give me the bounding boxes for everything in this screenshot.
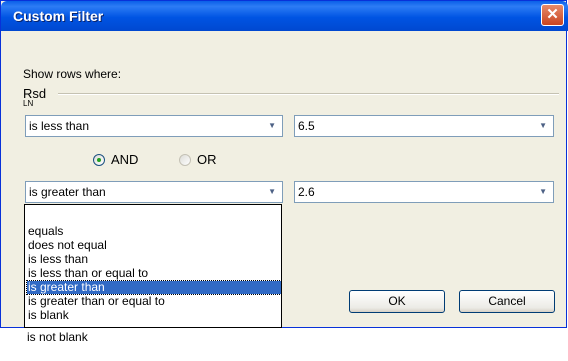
cancel-label: Cancel — [488, 294, 526, 308]
condition2-value-combo[interactable]: 2.6 ▼ — [294, 181, 554, 203]
or-radio[interactable] — [179, 154, 191, 166]
group-label-cut: LN — [23, 100, 34, 106]
option-is-greater-than-or-equal-to[interactable]: is greater than or equal to — [27, 295, 281, 308]
condition1-operator-select[interactable]: is less than ▼ — [25, 115, 283, 137]
chevron-down-icon: ▼ — [539, 121, 547, 130]
group-label: Rsd — [23, 86, 47, 101]
close-icon: ✕ — [546, 6, 559, 23]
option-is-greater-than[interactable]: is greater than — [26, 280, 282, 295]
close-button[interactable]: ✕ — [541, 4, 564, 26]
chevron-down-icon: ▼ — [268, 187, 276, 196]
cancel-button[interactable]: Cancel — [459, 290, 555, 313]
show-rows-label: Show rows where: — [23, 67, 122, 81]
option-is-less-than[interactable]: is less than — [27, 253, 281, 266]
condition1-value: 6.5 — [298, 119, 315, 133]
chevron-down-icon: ▼ — [268, 121, 276, 130]
condition2-value: 2.6 — [298, 185, 315, 199]
option-is-blank[interactable]: is blank — [27, 309, 281, 322]
option-equals[interactable]: equals — [27, 225, 281, 238]
option-does-not-equal[interactable]: does not equal — [27, 239, 281, 252]
operator-dropdown-list: equals does not equal is less than is le… — [24, 204, 282, 328]
condition1-value-combo[interactable]: 6.5 ▼ — [294, 115, 554, 137]
chevron-down-icon: ▼ — [539, 187, 547, 196]
condition2-operator-value: is greater than — [29, 185, 106, 199]
option-is-not-blank[interactable]: is not blank — [26, 331, 280, 344]
ok-button[interactable]: OK — [349, 290, 445, 313]
dialog-title: Custom Filter — [13, 8, 104, 24]
title-bar[interactable]: Custom Filter ✕ — [1, 1, 568, 31]
ok-label: OK — [388, 294, 406, 308]
or-label: OR — [197, 152, 217, 167]
group-separator — [58, 93, 559, 95]
and-label: AND — [111, 152, 139, 167]
condition1-operator-value: is less than — [29, 119, 90, 133]
and-radio[interactable] — [93, 154, 105, 166]
option-is-less-than-or-equal-to[interactable]: is less than or equal to — [27, 267, 281, 280]
condition2-operator-select[interactable]: is greater than ▼ — [25, 181, 283, 203]
